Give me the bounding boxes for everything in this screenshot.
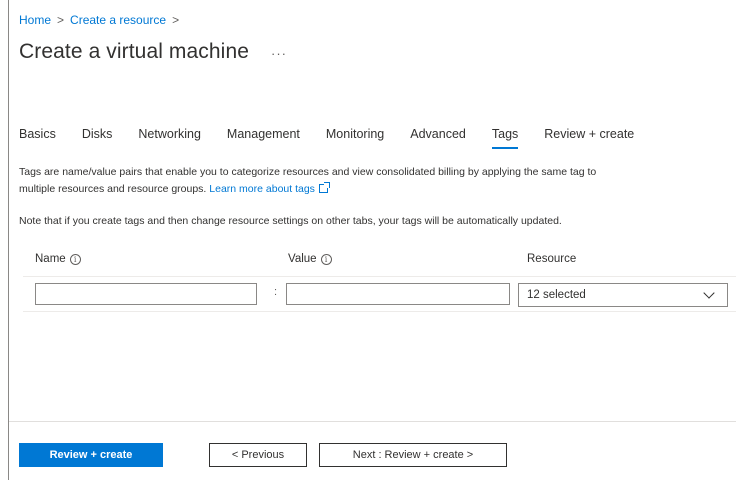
breadcrumb: Home > Create a resource >: [19, 13, 179, 27]
footer-divider: [9, 421, 736, 422]
external-link-icon: [318, 182, 330, 193]
tags-note: Note that if you create tags and then ch…: [19, 215, 562, 227]
resource-dropdown[interactable]: 12 selected: [518, 283, 728, 307]
main-panel: Home > Create a resource > Create a virt…: [8, 0, 736, 480]
breadcrumb-create-resource-link[interactable]: Create a resource: [70, 13, 166, 27]
tab-review-create[interactable]: Review + create: [544, 127, 634, 149]
more-options-button[interactable]: ···: [271, 46, 287, 61]
name-value-separator: :: [274, 286, 278, 298]
tab-tags[interactable]: Tags: [491, 127, 519, 149]
description-line-2-text: multiple resources and resource groups.: [19, 183, 207, 195]
tab-advanced[interactable]: Advanced: [410, 127, 466, 149]
previous-button[interactable]: < Previous: [209, 443, 307, 467]
grid-header-divider: [23, 276, 736, 277]
tags-description: Tags are name/value pairs that enable yo…: [19, 164, 735, 198]
column-header-name: Name i: [35, 253, 81, 265]
tab-monitoring[interactable]: Monitoring: [326, 127, 384, 149]
grid-row-divider: [23, 311, 736, 312]
description-line-2: multiple resources and resource groups. …: [19, 181, 735, 198]
resource-dropdown-value: 12 selected: [527, 289, 586, 301]
page-title: Create a virtual machine: [19, 40, 250, 63]
title-row: Create a virtual machine ···: [19, 40, 287, 64]
breadcrumb-home-link[interactable]: Home: [19, 13, 51, 27]
column-header-resource-label: Resource: [527, 253, 577, 265]
tab-basics[interactable]: Basics: [19, 127, 56, 149]
column-header-value: Value i: [288, 253, 332, 265]
tag-name-input[interactable]: [35, 283, 257, 305]
review-create-button[interactable]: Review + create: [19, 443, 163, 467]
column-header-resource: Resource: [527, 253, 576, 265]
breadcrumb-separator: >: [172, 13, 180, 27]
tab-networking[interactable]: Networking: [138, 127, 201, 149]
info-icon[interactable]: i: [320, 253, 332, 265]
tag-value-input[interactable]: [286, 283, 510, 305]
chevron-down-icon: [703, 287, 715, 299]
column-header-value-label: Value: [288, 253, 317, 265]
learn-more-tags-link[interactable]: Learn more about tags: [209, 183, 315, 195]
info-icon[interactable]: i: [69, 253, 81, 265]
tab-bar: Basics Disks Networking Management Monit…: [19, 127, 660, 149]
next-review-create-button[interactable]: Next : Review + create >: [319, 443, 507, 467]
tab-disks[interactable]: Disks: [82, 127, 113, 149]
tab-management[interactable]: Management: [227, 127, 300, 149]
breadcrumb-separator: >: [57, 13, 65, 27]
description-line-1: Tags are name/value pairs that enable yo…: [19, 166, 597, 178]
column-header-name-label: Name: [35, 253, 66, 265]
